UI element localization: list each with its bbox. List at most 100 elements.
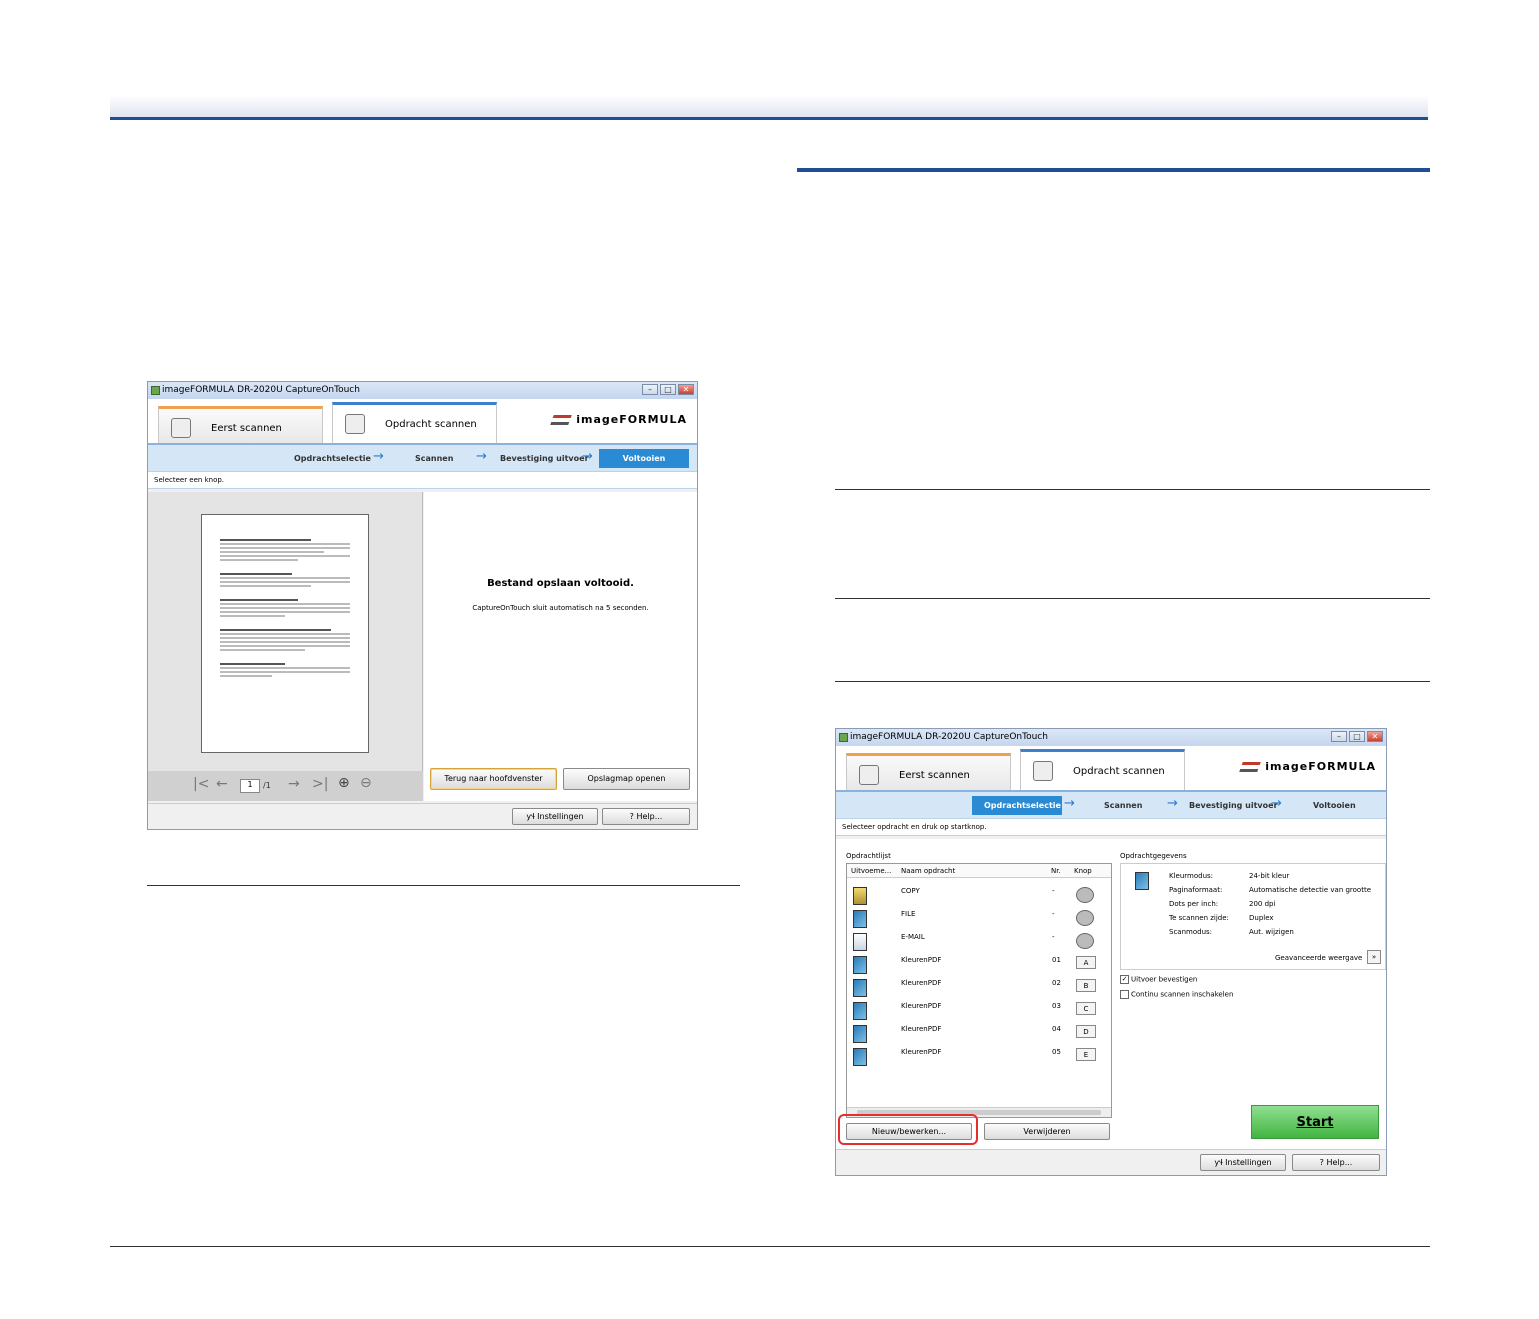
job-row-kleurenpdf[interactable]: KleurenPDF 03 C: [847, 995, 1111, 1020]
job-nr: 04: [1052, 1025, 1061, 1033]
close-icon[interactable]: ✕: [1367, 731, 1383, 742]
step-2: Scannen: [1104, 801, 1143, 810]
job-list[interactable]: Uitvoeme... Naam opdracht Nr. Knop COPY …: [846, 863, 1112, 1118]
last-page-icon[interactable]: >|: [312, 776, 328, 792]
maximize-icon[interactable]: □: [1349, 731, 1365, 742]
zoom-out-icon[interactable]: ⊖: [360, 775, 372, 791]
page-header-rule: [110, 117, 1428, 120]
step-2: Scannen: [415, 454, 454, 463]
continuous-scan-checkbox[interactable]: Continu scannen inschakelen: [1120, 990, 1233, 999]
job-row-kleurenpdf[interactable]: KleurenPDF 05 E: [847, 1041, 1111, 1066]
arrow-right-icon: →: [1167, 796, 1178, 811]
step-4-active: Voltooien: [599, 449, 689, 468]
next-page-icon[interactable]: →: [288, 776, 300, 792]
job-list-label: Opdrachtlijst: [846, 852, 891, 860]
job-list-header: Uitvoeme... Naam opdracht Nr. Knop: [847, 864, 1111, 878]
hand-icon: [171, 418, 191, 438]
settings-button[interactable]: ƴƗ Instellingen: [1200, 1154, 1286, 1171]
job-nr: -: [1052, 933, 1055, 941]
done-title: Bestand opslaan voltooid.: [487, 578, 634, 589]
step-3: Bevestiging uitvoer: [500, 454, 589, 463]
col-nr[interactable]: Nr.: [1051, 867, 1061, 875]
imageformula-logo: imageFORMULA: [1239, 760, 1376, 773]
hand-icon: [859, 765, 879, 785]
button-key: D: [1076, 1025, 1096, 1038]
tab-opdracht-scannen[interactable]: Opdracht scannen: [1020, 749, 1185, 790]
job-icon: [345, 414, 365, 434]
tab-opdracht-scannen[interactable]: Opdracht scannen: [332, 402, 497, 443]
first-page-icon[interactable]: |<: [193, 776, 209, 792]
job-row-kleurenpdf[interactable]: KleurenPDF 02 B: [847, 972, 1111, 997]
page-total: /1: [263, 781, 271, 790]
detail-value: Aut. wijzigen: [1249, 928, 1294, 936]
open-folder-button[interactable]: Opslagmap openen: [563, 768, 690, 790]
detail-label: Paginaformaat:: [1169, 886, 1223, 894]
job-name: KleurenPDF: [901, 956, 942, 964]
col-button[interactable]: Knop: [1074, 867, 1092, 875]
detail-value: Duplex: [1249, 914, 1274, 922]
tab-label: Eerst scannen: [899, 770, 970, 781]
help-button[interactable]: ? Help...: [1292, 1154, 1380, 1171]
highlight-callout: [838, 1114, 978, 1145]
detail-label: Scanmodus:: [1169, 928, 1213, 936]
job-details: Kleurmodus: 24-bit kleur Paginaformaat: …: [1120, 863, 1386, 970]
done-subtitle: CaptureOnTouch sluit automatisch na 5 se…: [472, 604, 649, 612]
checkbox-checked-icon[interactable]: ✓: [1120, 975, 1129, 984]
divider: [835, 681, 1430, 682]
job-name: FILE: [901, 910, 916, 918]
minimize-icon[interactable]: –: [1331, 731, 1347, 742]
help-button[interactable]: ? Help...: [602, 808, 690, 825]
captureontouch-window-complete: imageFORMULA DR-2020U CaptureOnTouch – □…: [147, 381, 698, 830]
job-name: KleurenPDF: [901, 1002, 942, 1010]
scanner-button-icon: [1076, 910, 1094, 926]
detail-value: 24-bit kleur: [1249, 872, 1290, 880]
imageformula-logo: imageFORMULA: [550, 413, 687, 426]
page-thumbnail[interactable]: [201, 514, 369, 753]
divider: [835, 489, 1430, 490]
button-key: A: [1076, 956, 1096, 969]
job-name: E-MAIL: [901, 933, 925, 941]
detail-label: Kleurmodus:: [1169, 872, 1214, 880]
minimize-icon[interactable]: –: [642, 384, 658, 395]
job-row-file[interactable]: FILE -: [847, 903, 1111, 928]
confirm-output-checkbox[interactable]: ✓ Uitvoer bevestigen: [1120, 975, 1197, 984]
col-output[interactable]: Uitvoeme...: [851, 867, 891, 875]
app-icon: [151, 386, 160, 395]
title-bar: imageFORMULA DR-2020U CaptureOnTouch – □…: [836, 729, 1386, 746]
detail-label: Te scannen zijde:: [1169, 914, 1229, 922]
expand-icon[interactable]: »: [1367, 950, 1381, 964]
scanner-button-icon: [1076, 887, 1094, 903]
page-number-input[interactable]: 1: [240, 779, 260, 793]
prev-page-icon[interactable]: ←: [216, 776, 228, 792]
arrow-right-icon: →: [1271, 796, 1282, 811]
col-job-name[interactable]: Naam opdracht: [901, 867, 955, 875]
divider: [147, 885, 740, 886]
tab-eerst-scannen[interactable]: Eerst scannen: [158, 406, 323, 443]
start-button[interactable]: Start: [1251, 1105, 1379, 1139]
title-bar: imageFORMULA DR-2020U CaptureOnTouch – □…: [148, 382, 697, 399]
job-row-copy[interactable]: COPY -: [847, 880, 1111, 905]
close-icon[interactable]: ✕: [678, 384, 694, 395]
job-row-email[interactable]: E-MAIL -: [847, 926, 1111, 951]
bottom-bar: ƴƗ Instellingen ? Help...: [836, 1149, 1386, 1175]
zoom-in-icon[interactable]: ⊕: [338, 775, 350, 791]
settings-button[interactable]: ƴƗ Instellingen: [512, 808, 598, 825]
maximize-icon[interactable]: □: [660, 384, 676, 395]
button-key: E: [1076, 1048, 1096, 1061]
checkbox-empty-icon[interactable]: [1120, 990, 1129, 999]
footer-rule: [110, 1246, 1430, 1247]
app-icon: [839, 733, 848, 742]
job-row-kleurenpdf[interactable]: KleurenPDF 04 D: [847, 1018, 1111, 1043]
page-header-band: [110, 95, 1428, 117]
delete-button[interactable]: Verwijderen: [984, 1123, 1110, 1140]
job-nr: 02: [1052, 979, 1061, 987]
bottom-bar: ƴƗ Instellingen ? Help...: [148, 803, 697, 829]
button-key: C: [1076, 1002, 1096, 1015]
back-to-main-button[interactable]: Terug naar hoofdvenster: [430, 768, 557, 790]
job-nr: -: [1052, 887, 1055, 895]
tab-eerst-scannen[interactable]: Eerst scannen: [846, 753, 1011, 790]
job-row-kleurenpdf[interactable]: KleurenPDF 01 A: [847, 949, 1111, 974]
job-nr: 05: [1052, 1048, 1061, 1056]
step-3: Bevestiging uitvoer: [1189, 801, 1278, 810]
step-1-active: Opdrachtselectie: [972, 796, 1062, 815]
